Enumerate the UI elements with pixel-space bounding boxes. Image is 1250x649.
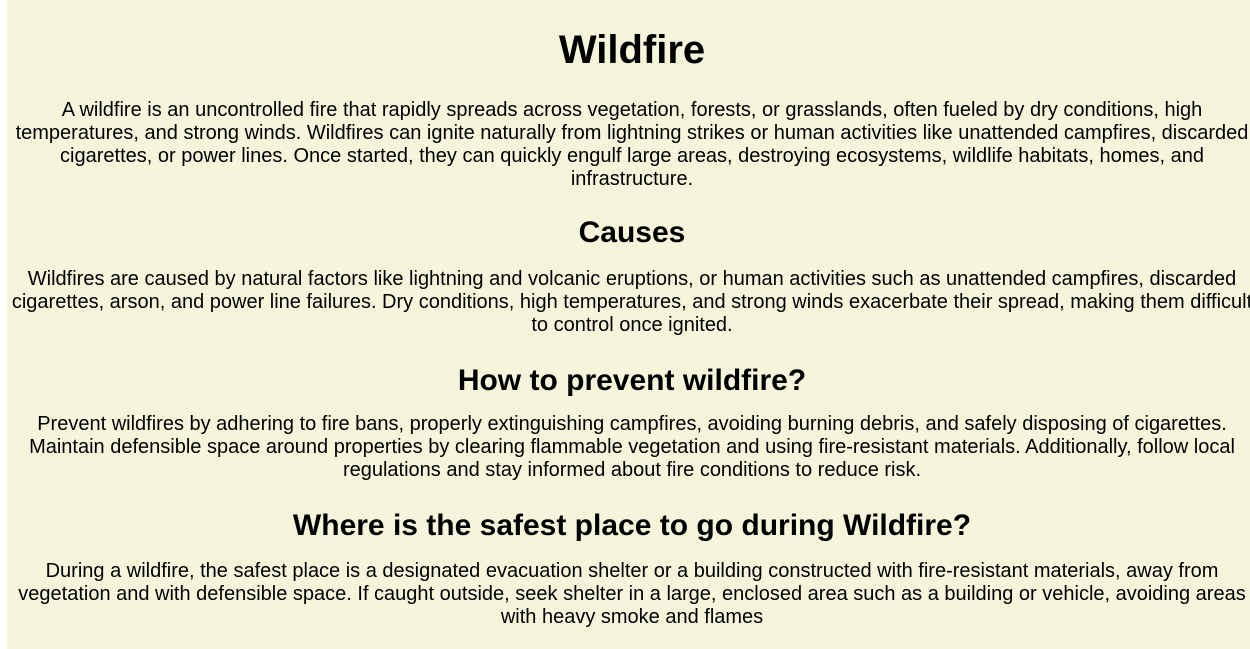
intro-paragraph: A wildfire is an uncontrolled fire that … <box>15 99 1249 190</box>
section-body-causes: Wildfires are caused by natural factors … <box>11 268 1250 336</box>
article: Wildfire A wildfire is an uncontrolled f… <box>7 27 1250 629</box>
section-body-safest-place: During a wildfire, the safest place is a… <box>18 560 1246 628</box>
section-heading-causes: Causes <box>578 216 686 249</box>
page-background: Wildfire A wildfire is an uncontrolled f… <box>7 0 1250 649</box>
page-title: Wildfire <box>558 28 706 72</box>
section-heading-safest-place: Where is the safest place to go during W… <box>292 509 972 542</box>
section-heading-prevention: How to prevent wildfire? <box>457 364 807 397</box>
section-body-prevention: Prevent wildfires by adhering to fire ba… <box>29 413 1235 481</box>
